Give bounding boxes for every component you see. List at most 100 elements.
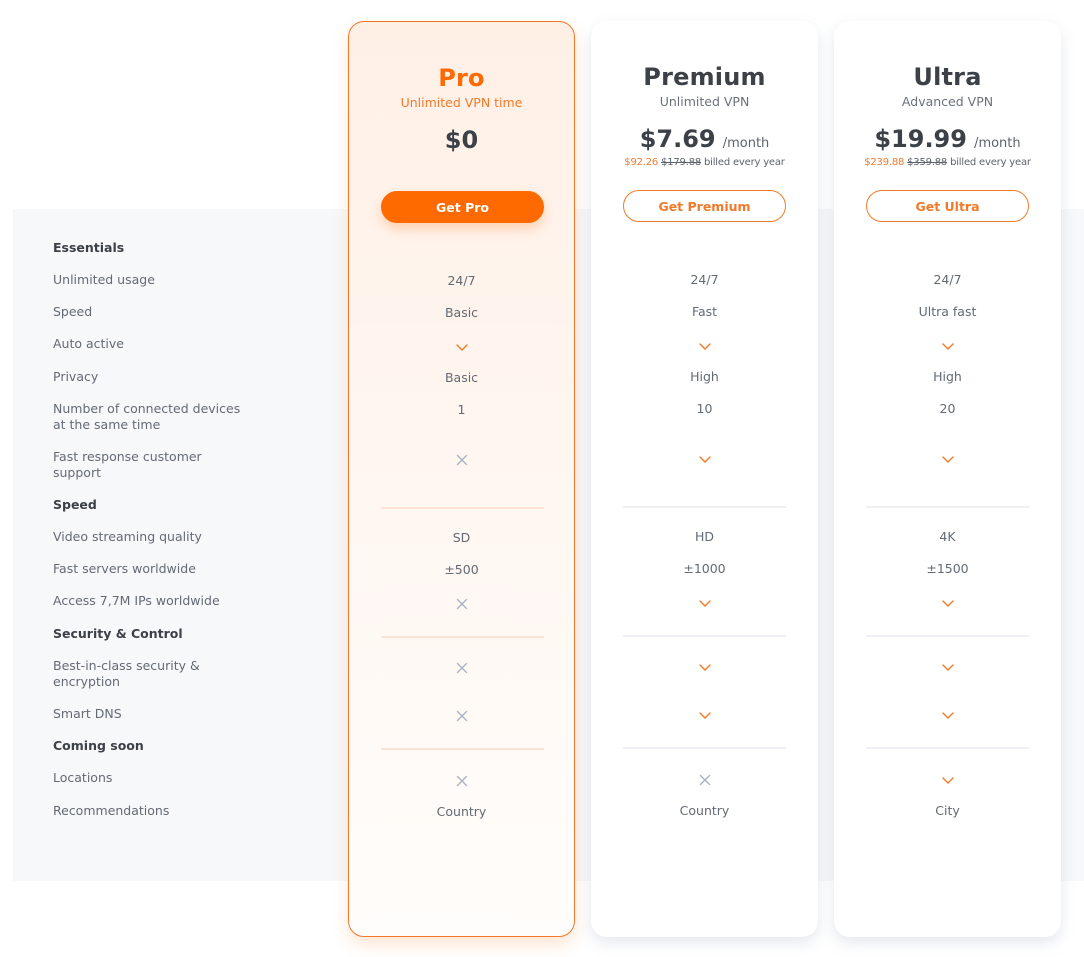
billing-original-price: $179.88 [661,157,702,168]
plan-value-text: Country [679,803,730,818]
plan-name: Premium [643,63,766,91]
plan-value-text: ±500 [444,562,479,577]
feature-label: Recommendations [53,803,170,818]
section-divider [623,747,786,749]
price-period: /month [722,136,770,151]
plan-value-text: ±1000 [683,561,726,576]
price-line: $0 [349,126,574,154]
check-icon [941,711,954,719]
plan-value-text: HD [694,529,715,544]
feature-label: Video streaming quality [53,529,202,544]
x-icon [456,598,467,609]
plan-price: $19.99 [874,125,967,153]
feature-label: Fast servers worldwide [53,561,196,576]
plan-value-text: High [690,369,719,384]
plan-price: $7.69 [639,125,716,153]
plan-value-cell: SD [349,530,574,546]
check-icon [698,663,711,671]
section-title-coming-soon: Coming soon [53,738,144,753]
billing-suffix: billed every year [704,157,785,168]
plan-value-cell [834,658,1061,674]
get-ultra-button[interactable]: Get Ultra [866,190,1029,222]
get-premium-button[interactable]: Get Premium [623,190,786,222]
plan-value-text: 10 [696,401,713,416]
plan-value-text: Fast [691,304,718,319]
plan-value-text: 24/7 [690,272,719,287]
plan-value-cell: 24/7 [349,273,574,289]
plan-value-cell: 10 [591,401,818,417]
plan-name: Ultra [913,63,982,91]
section-divider [623,506,786,508]
section-divider [381,636,544,638]
plan-price: $0 [444,126,479,154]
plan-value-cell: ±1500 [834,561,1061,577]
plan-value-cell [349,659,574,675]
get-pro-button[interactable]: Get Pro [381,191,544,223]
plan-value-cell: Country [591,803,818,819]
plan-value-cell: Country [349,804,574,820]
plan-value-text: 24/7 [447,273,476,288]
check-icon [941,342,954,350]
x-icon [456,454,467,465]
plan-value-cell: High [591,369,818,385]
plan-value-text: 4K [939,529,956,544]
billing-sale-price: $239.88 [864,157,905,168]
plan-value-text: 24/7 [933,272,962,287]
plan-value-cell [591,337,818,353]
check-icon [698,711,711,719]
plan-value-cell: 4K [834,529,1061,545]
billing-suffix: billed every year [950,157,1031,168]
billing-sale-price: $92.26 [624,157,659,168]
plan-value-text: Basic [444,305,479,320]
plan-value-cell [591,450,818,466]
feature-label: Access 7,7M IPs worldwide [53,593,220,608]
plan-value-text: Basic [444,370,479,385]
section-divider [866,635,1029,637]
plan-value-text: ±1500 [926,561,969,576]
plan-value-cell: ±500 [349,562,574,578]
plan-value-cell: Fast [591,304,818,320]
section-divider [866,506,1029,508]
plan-value-text: City [935,803,960,818]
plan-value-text: Country [436,804,487,819]
plan-value-cell [591,706,818,722]
plan-value-cell: 24/7 [834,272,1061,288]
plan-value-cell [349,595,574,611]
billing-info: $239.88 $359.88 billed every year [834,157,1061,168]
plan-value-text: High [933,369,962,384]
check-icon [455,343,468,351]
feature-label: Locations [53,770,113,785]
plan-subtitle: Unlimited VPN time [400,95,523,110]
plan-value-text: Ultra fast [918,304,977,319]
plan-value-cell [834,450,1061,466]
check-icon [941,663,954,671]
section-title-essentials: Essentials [53,240,125,255]
plan-subtitle: Advanced VPN [901,94,994,109]
plan-value-text: 1 [457,402,466,417]
check-icon [941,455,954,463]
section-divider [866,747,1029,749]
x-icon [456,662,467,673]
plan-value-cell [834,771,1061,787]
x-icon [456,775,467,786]
feature-label: Fast response customer support [53,449,202,480]
plan-value-text: 20 [939,401,956,416]
check-icon [698,455,711,463]
billing-info: $92.26 $179.88 billed every year [591,157,818,168]
plan-value-cell: Basic [349,305,574,321]
section-title-security: Security & Control [53,626,183,641]
check-icon [698,342,711,350]
feature-label: Auto active [53,336,124,351]
check-icon [941,599,954,607]
section-title-speed: Speed [53,497,97,512]
price-period: /month [974,136,1021,151]
plan-value-cell [591,658,818,674]
feature-label: Smart DNS [53,706,122,721]
section-divider [623,635,786,637]
plan-value-cell [834,337,1061,353]
price-line: $7.69 /month [591,125,818,153]
plan-value-cell [591,771,818,787]
plan-value-cell: HD [591,529,818,545]
plan-value-cell [349,451,574,467]
check-icon [698,599,711,607]
